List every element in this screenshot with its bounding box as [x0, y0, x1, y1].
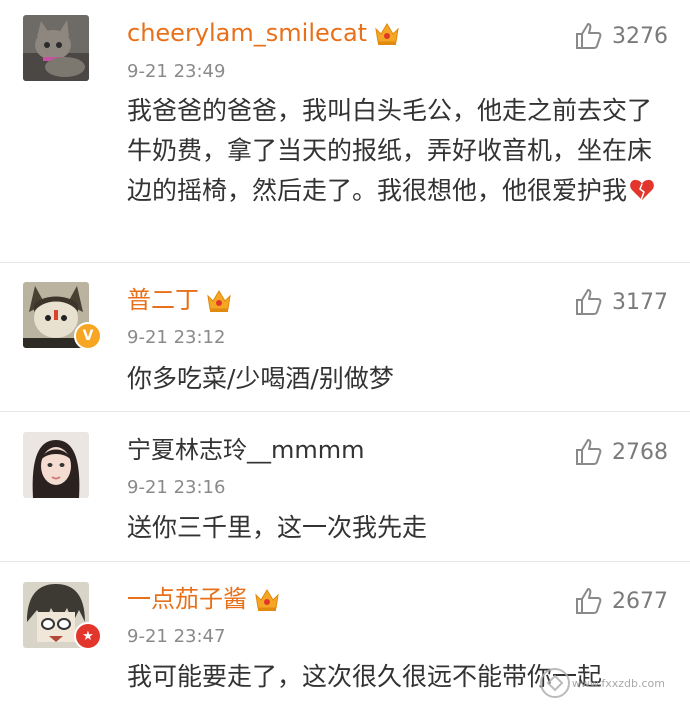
username-row: 普二丁: [127, 282, 233, 318]
comment-feed: cheerylam_smilecat 9-21 23:49 我爸爸的爸爸，我叫白…: [0, 0, 690, 719]
comment-text: 送你三千里，这一次我先走: [127, 513, 428, 542]
username[interactable]: 普二丁: [127, 282, 199, 318]
username-row: cheerylam_smilecat: [127, 15, 401, 51]
comment-item: V 普二丁 9-21 23:12 你多吃菜/少喝酒/别做梦 3177: [0, 263, 690, 412]
username-row: 一点茄子酱: [127, 581, 281, 617]
comment-body: 我爸爸的爸爸，我叫白头毛公，他走之前去交了牛奶费，拿了当天的报纸，弄好收音机，坐…: [127, 96, 653, 205]
comment-text: 你多吃菜/少喝酒/别做梦: [127, 364, 394, 393]
timestamp: 9-21 23:49: [127, 61, 226, 82]
thumbs-up-icon: [576, 439, 602, 465]
timestamp: 9-21 23:47: [127, 626, 226, 647]
badge-glyph: ★: [82, 628, 94, 644]
vip-crown-icon: [253, 586, 281, 612]
comment-item: cheerylam_smilecat 9-21 23:49 我爸爸的爸爸，我叫白…: [0, 0, 690, 263]
badge-glyph: V: [82, 328, 94, 344]
broken-heart-icon: [629, 174, 655, 201]
thumbs-up-icon: [576, 23, 602, 49]
like-button[interactable]: 2677: [573, 583, 668, 619]
comment-text: 我爸爸的爸爸，我叫白头毛公，他走之前去交了牛奶费，拿了当天的报纸，弄好收音机，坐…: [127, 91, 675, 211]
timestamp: 9-21 23:12: [127, 327, 226, 348]
watermark-text: www.fxxzdb.com: [571, 676, 665, 690]
vip-crown-icon: [373, 20, 401, 46]
like-count: 3276: [612, 23, 668, 49]
username[interactable]: cheerylam_smilecat: [127, 15, 367, 51]
site-watermark: www.fxxzdb.com: [505, 663, 665, 703]
vip-crown-icon: [205, 287, 233, 313]
username[interactable]: 一点茄子酱: [127, 581, 247, 617]
avatar[interactable]: [23, 15, 89, 81]
like-button[interactable]: 3276: [573, 18, 668, 54]
timestamp: 9-21 23:16: [127, 477, 226, 498]
username[interactable]: 宁夏林志玲__mmmm: [127, 432, 365, 468]
verified-badge: V: [74, 322, 102, 350]
like-count: 2768: [612, 439, 668, 465]
like-button[interactable]: 3177: [573, 284, 668, 320]
like-button[interactable]: 2768: [573, 434, 668, 470]
watermark-logo-icon: [539, 668, 570, 698]
thumbs-up-icon: [576, 588, 602, 614]
thumbs-up-icon: [576, 289, 602, 315]
username-row: 宁夏林志玲__mmmm: [127, 432, 365, 468]
like-count: 3177: [612, 289, 668, 315]
comment-item: 宁夏林志玲__mmmm 9-21 23:16 送你三千里，这一次我先走 2768: [0, 412, 690, 562]
star-badge: ★: [74, 622, 102, 650]
like-count: 2677: [612, 588, 668, 614]
avatar[interactable]: [23, 432, 89, 498]
